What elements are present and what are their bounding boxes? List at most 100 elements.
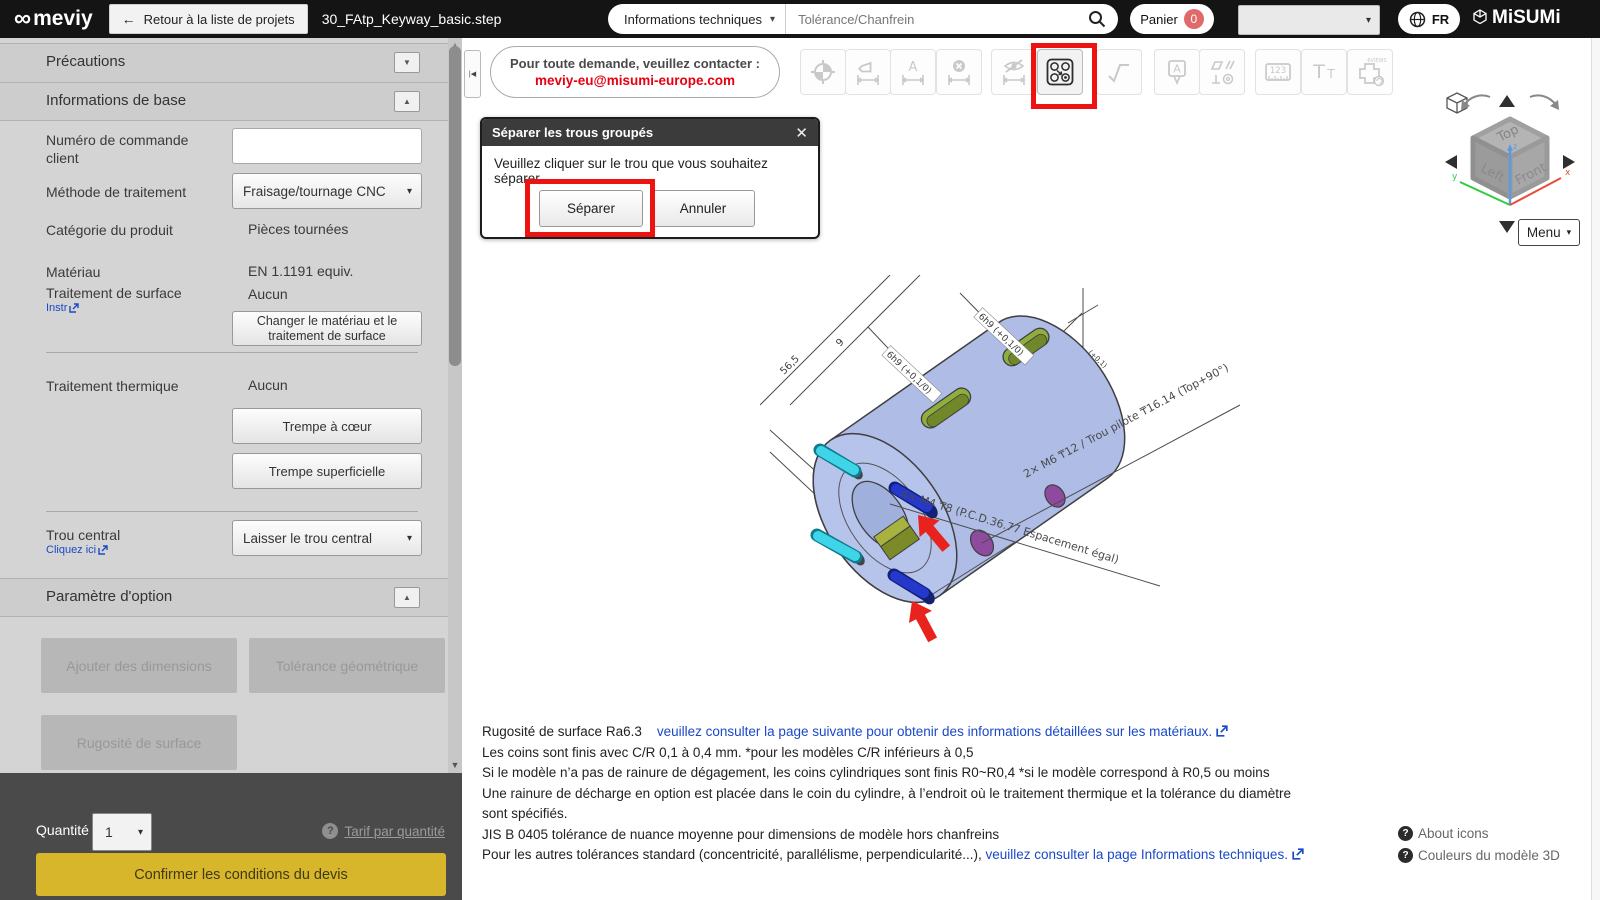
x-axis-label: x: [1565, 168, 1571, 178]
separate-button[interactable]: Séparer: [539, 190, 643, 227]
meviy-logo[interactable]: ∞ meviy: [14, 5, 93, 33]
note-line: Si le modèle n’a pas de rainure de dégag…: [482, 763, 1312, 784]
center-hole-link-label: Cliquez ici: [46, 544, 96, 556]
contact-email-link[interactable]: meviy-eu@misumi-europe.com: [535, 73, 735, 88]
delete-dimension-button[interactable]: [936, 49, 982, 95]
note-line: Rugosité de surface Ra6.3 veuillez consu…: [482, 722, 1312, 743]
quantity-select[interactable]: 1 ▾: [92, 813, 152, 851]
rotate-right-icon: [1530, 95, 1559, 110]
svg-text:123: 123: [1270, 66, 1286, 76]
footnotes: Rugosité de surface Ra6.3 veuillez consu…: [482, 722, 1312, 866]
chevron-down-icon: ▾: [138, 827, 143, 838]
main-scrollbar[interactable]: [1591, 38, 1600, 900]
center-hole-select[interactable]: Laisser le trou central ▾: [232, 520, 422, 556]
grouped-holes-icon: [1045, 57, 1075, 87]
sidebar-scrollbar[interactable]: ▲ ▼: [448, 38, 462, 773]
text-size-button[interactable]: T T: [1301, 49, 1347, 95]
method-value: Fraisage/tournage CNC: [243, 184, 386, 199]
chevron-down-icon: ▾: [407, 186, 412, 197]
surface-finish-button[interactable]: [1096, 49, 1142, 95]
back-arrow-icon: ←: [122, 11, 136, 27]
order-number-label: Numéro de commande client: [46, 131, 221, 167]
collapse-base-info-button[interactable]: ▲: [394, 91, 420, 112]
view-cube: Top Left Front y x z: [1452, 119, 1571, 205]
model-colors-link[interactable]: ? Couleurs du modèle 3D: [1398, 848, 1560, 863]
quantity-label: Quantité: [36, 822, 89, 838]
section-options[interactable]: Paramètre d'option ▲: [0, 578, 448, 617]
divider: [46, 352, 418, 353]
text-dimension-button[interactable]: A: [890, 49, 936, 95]
account-dropdown[interactable]: ▾: [1238, 5, 1380, 35]
sidebar-scrollbar-thumb[interactable]: [449, 46, 461, 366]
external-link-icon: [1216, 725, 1228, 737]
hide-dimension-button[interactable]: [991, 49, 1037, 95]
language-button[interactable]: FR: [1398, 4, 1460, 34]
center-hole-label: Trou central: [46, 526, 221, 544]
scroll-down-icon[interactable]: ▼: [449, 760, 461, 770]
search-category-dropdown[interactable]: Informations techniques ▾: [608, 4, 786, 34]
back-button-label: Retour à la liste de projets: [144, 12, 295, 27]
order-number-input[interactable]: [232, 128, 422, 164]
external-link-icon: [98, 545, 108, 555]
method-select[interactable]: Fraisage/tournage CNC ▾: [232, 173, 422, 209]
tech-info-link[interactable]: veuillez consulter la page Informations …: [986, 847, 1288, 862]
annotation-button[interactable]: A: [1154, 49, 1200, 95]
divider: [46, 511, 418, 512]
instr-link-label: Instr: [46, 302, 67, 314]
quench-core-button[interactable]: Trempe à cœur: [232, 408, 422, 444]
section-base-info[interactable]: Informations de base ▲: [0, 82, 448, 121]
delete-dimension-icon: [945, 58, 973, 86]
about-icons-label: About icons: [1418, 826, 1489, 841]
price-by-quantity-label: Tarif par quantité: [344, 824, 445, 839]
note-line: Les coins sont finis avec C/R 0,1 à 0,4 …: [482, 743, 1312, 764]
materials-info-link[interactable]: veuillez consulter la page suivante pour…: [657, 724, 1212, 739]
model-colors-label: Couleurs du modèle 3D: [1418, 848, 1560, 863]
dialog-message: Veuillez cliquer sur le trou que vous so…: [494, 156, 818, 186]
material-label: Matériau: [46, 263, 221, 281]
view-menu-button[interactable]: Menu ▾: [1518, 219, 1580, 246]
geometric-tolerance-toolbar-button[interactable]: [1199, 49, 1245, 95]
note-line: Une rainure de décharge en option est pl…: [482, 784, 1312, 825]
confirm-quote-button[interactable]: Confirmer les conditions du devis: [36, 853, 446, 896]
text-dimension-icon: A: [899, 58, 927, 86]
dimension-values-button[interactable]: 123: [1255, 49, 1301, 95]
model-3d-viewport[interactable]: 56,5 9 6h9 (+0,1/0) 6h9 (+0,1/0) (+0,1) …: [760, 275, 1280, 655]
quench-surface-button[interactable]: Trempe superficielle: [232, 453, 422, 489]
add-dimensions-button: Ajouter des dimensions: [41, 638, 237, 693]
viewer-area: |◀ Pour toute demande, veuillez contacte…: [462, 38, 1600, 900]
cart-button[interactable]: Panier 0: [1130, 4, 1214, 34]
search-input[interactable]: Tolérance/Chanfrein: [786, 12, 1088, 27]
surface-roughness-button: Rugosité de surface: [41, 715, 237, 770]
heat-treatment-value: Aucun: [248, 377, 288, 393]
file-name: 30_FAtp_Keyway_basic.step: [322, 11, 502, 27]
panel-collapse-button[interactable]: |◀: [464, 50, 481, 98]
question-icon: ?: [322, 823, 338, 839]
y-axis-label: y: [1452, 172, 1458, 182]
search-icon[interactable]: [1088, 10, 1106, 28]
note-line: Pour les autres tolérances standard (con…: [482, 845, 1312, 866]
rotate-down-icon: [1499, 221, 1515, 233]
close-icon[interactable]: ✕: [795, 124, 808, 142]
edit-dimension-button[interactable]: [845, 49, 891, 95]
quantity-value: 1: [105, 824, 113, 840]
six-views-icon: 6VIEWS: [1353, 55, 1387, 89]
price-by-quantity-link[interactable]: ? Tarif par quantité: [322, 823, 445, 839]
collapse-precautions-button[interactable]: ▼: [394, 52, 420, 73]
section-precautions[interactable]: Précautions ▼: [0, 43, 448, 83]
separate-grouped-holes-button[interactable]: [1037, 49, 1083, 95]
about-icons-link[interactable]: ? About icons: [1398, 826, 1489, 841]
dialog-header[interactable]: Séparer les trous groupés ✕: [482, 119, 818, 146]
geometric-tolerance-button: Tolérance géométrique: [249, 638, 445, 693]
center-hole-link[interactable]: Cliquez ici: [46, 544, 108, 556]
back-to-projects-button[interactable]: ← Retour à la liste de projets: [109, 4, 308, 34]
change-material-button[interactable]: Changer le matériau et le traitement de …: [232, 311, 422, 346]
note-6-text: Pour les autres tolérances standard (con…: [482, 847, 982, 862]
datum-target-button[interactable]: [800, 49, 846, 95]
collapse-options-button[interactable]: ▲: [394, 587, 420, 608]
rotate-up-icon: [1499, 95, 1515, 107]
cancel-button[interactable]: Annuler: [651, 190, 755, 227]
instr-link[interactable]: Instr: [46, 302, 79, 314]
surface-treatment-label: Traitement de surface: [46, 284, 221, 302]
six-views-button[interactable]: 6VIEWS: [1347, 49, 1393, 95]
left-panel: ▶| Précautions ▼ Informations de base ▲ …: [0, 38, 462, 900]
